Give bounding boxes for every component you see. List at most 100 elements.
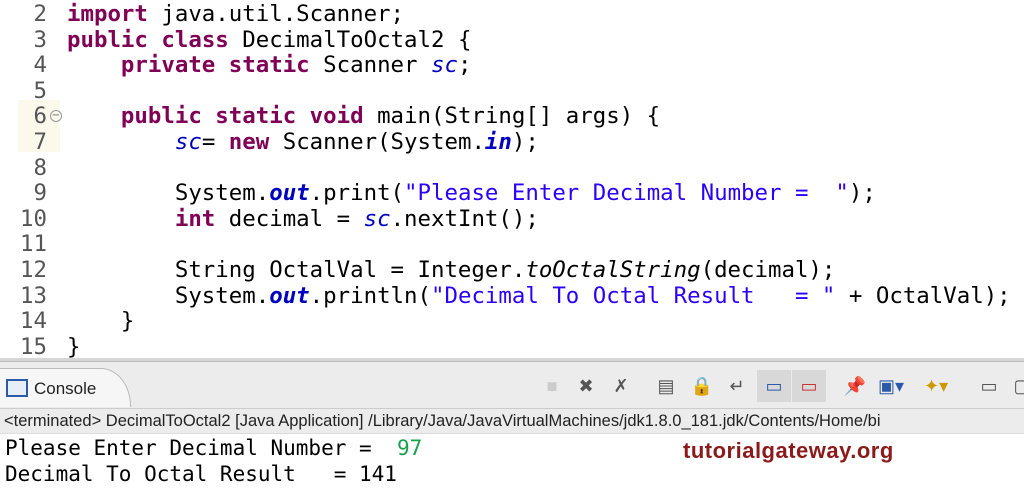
code-token: toOctalString [525, 257, 701, 283]
code-token: java.util.Scanner; [147, 1, 405, 27]
code-text: public static void main(String[] args) { [67, 103, 660, 129]
clear-console-icon[interactable]: ▤ [654, 374, 678, 398]
code-token: "Please Enter Decimal Number = " [404, 180, 849, 207]
code-token: public [67, 26, 148, 53]
line-number: 4 [33, 52, 47, 79]
word-wrap-icon[interactable]: ↵ [725, 374, 749, 398]
line-number: 10 [20, 205, 47, 232]
code-token: .print( [309, 180, 405, 207]
console-icon [6, 379, 28, 397]
code-text: sc= new Scanner(System.in); [67, 129, 539, 155]
code-line[interactable]: 8 [0, 155, 1024, 181]
code-token: class [161, 26, 229, 53]
user-input: 97 [396, 436, 423, 460]
code-token: Scanner(System. [269, 129, 485, 155]
code-token: Scanner [309, 52, 431, 79]
code-text: System.out.println("Decimal To Octal Res… [67, 283, 1011, 309]
code-token: DecimalToOctal2 { [228, 26, 472, 53]
code-text: int decimal = sc.nextInt(); [67, 206, 539, 232]
code-line[interactable]: 10 int decimal = sc.nextInt(); [0, 206, 1024, 232]
code-line[interactable]: 13 System.out.println("Decimal To Octal … [0, 283, 1024, 309]
code-token: } [67, 333, 81, 360]
line-number: 15 [20, 333, 47, 360]
prompt-text: Please Enter Decimal Number = [5, 436, 397, 460]
line-number: 14 [20, 308, 47, 335]
code-token: = [201, 129, 229, 155]
code-token: .nextInt(); [390, 205, 539, 232]
line-number: 2 [33, 1, 47, 27]
pin-console-icon[interactable]: 📌 [843, 374, 867, 398]
code-line[interactable]: 12 String OctalVal = Integer.toOctalStri… [0, 257, 1024, 283]
terminate-icon[interactable]: ■ [540, 374, 564, 398]
show-on-stdout-icon[interactable]: ▭ [757, 370, 791, 402]
code-text: } [67, 334, 80, 360]
code-text: } [67, 308, 135, 335]
line-number: 8 [33, 154, 47, 181]
line-number: 11 [20, 231, 47, 258]
code-token: ); [511, 129, 539, 155]
code-line[interactable]: 5 [0, 78, 1024, 104]
code-token: decimal = [215, 205, 364, 232]
code-token: sc [174, 129, 202, 155]
code-token: ); [848, 180, 876, 207]
line-number: 12 [20, 257, 47, 283]
code-token: static [228, 52, 310, 79]
code-token: out [269, 180, 310, 207]
code-line[interactable]: 14 } [0, 308, 1024, 334]
code-text: public class DecimalToOctal2 { [67, 27, 471, 53]
console-toolbar: Console ■ ✖ ✗ ▤ 🔒 ↵ ▭ ▭ 📌 ▣▾ ✦▾ ▭ ▢ [0, 362, 1024, 409]
code-token: void [309, 103, 364, 130]
line-number: 6 [33, 103, 47, 130]
code-line[interactable]: 3 public class DecimalToOctal2 { [0, 27, 1024, 53]
code-token: sc [431, 52, 458, 79]
code-token: int [174, 205, 216, 232]
code-token: (decimal); [700, 257, 836, 283]
remove-all-terminated-icon[interactable]: ✗ [609, 374, 633, 398]
code-token: } [67, 308, 135, 335]
line-number: 3 [33, 26, 47, 53]
code-text: System.out.print("Please Enter Decimal N… [67, 180, 876, 206]
line-number: 13 [20, 282, 47, 309]
code-token: ; [457, 52, 472, 79]
code-line[interactable]: 11 [0, 231, 1024, 257]
code-token: System. [67, 180, 270, 207]
code-text: private static Scanner sc; [67, 52, 472, 79]
code-line[interactable]: 9 System.out.print("Please Enter Decimal… [0, 180, 1024, 206]
minimize-icon[interactable]: ▭ [977, 374, 1001, 398]
remove-launch-icon[interactable]: ✖ [574, 374, 598, 398]
code-token: public [120, 103, 202, 130]
code-token: + OctalVal); [835, 282, 1011, 309]
code-line[interactable]: 7 sc= new Scanner(System.in); [0, 129, 1024, 155]
line-number: 5 [33, 77, 47, 104]
code-token: System. [67, 282, 270, 309]
show-on-stderr-icon[interactable]: ▭ [792, 370, 826, 402]
code-line[interactable]: 6− public static void main(String[] args… [0, 103, 1024, 129]
code-line[interactable]: 15} [0, 334, 1024, 360]
code-token: String OctalVal = Integer. [67, 257, 526, 283]
code-token: static [215, 103, 297, 130]
code-text: import java.util.Scanner; [67, 1, 404, 27]
code-line[interactable]: 2 import java.util.Scanner; [0, 1, 1024, 27]
code-token: .println( [309, 282, 431, 309]
console-output-line-1: Please Enter Decimal Number = 97 [5, 435, 422, 461]
console-launch-path: <terminated> DecimalToOctal2 [Java Appli… [0, 409, 1024, 434]
maximize-icon[interactable]: ▢ [1010, 374, 1024, 398]
code-editor[interactable]: 2 import java.util.Scanner; 3 public class … [0, 0, 1024, 360]
open-console-icon[interactable]: ✦▾ [924, 374, 948, 398]
scroll-lock-icon[interactable]: 🔒 [690, 374, 714, 398]
fold-collapse-icon[interactable]: − [50, 110, 62, 123]
code-token: in [484, 129, 512, 155]
code-token: private [120, 52, 216, 79]
tab-console[interactable]: Console [0, 368, 131, 407]
tab-console-label: Console [34, 379, 97, 398]
line-number: 9 [33, 180, 47, 207]
display-console-icon[interactable]: ▣▾ [878, 374, 904, 398]
code-line[interactable]: 4 private static Scanner sc; [0, 52, 1024, 78]
